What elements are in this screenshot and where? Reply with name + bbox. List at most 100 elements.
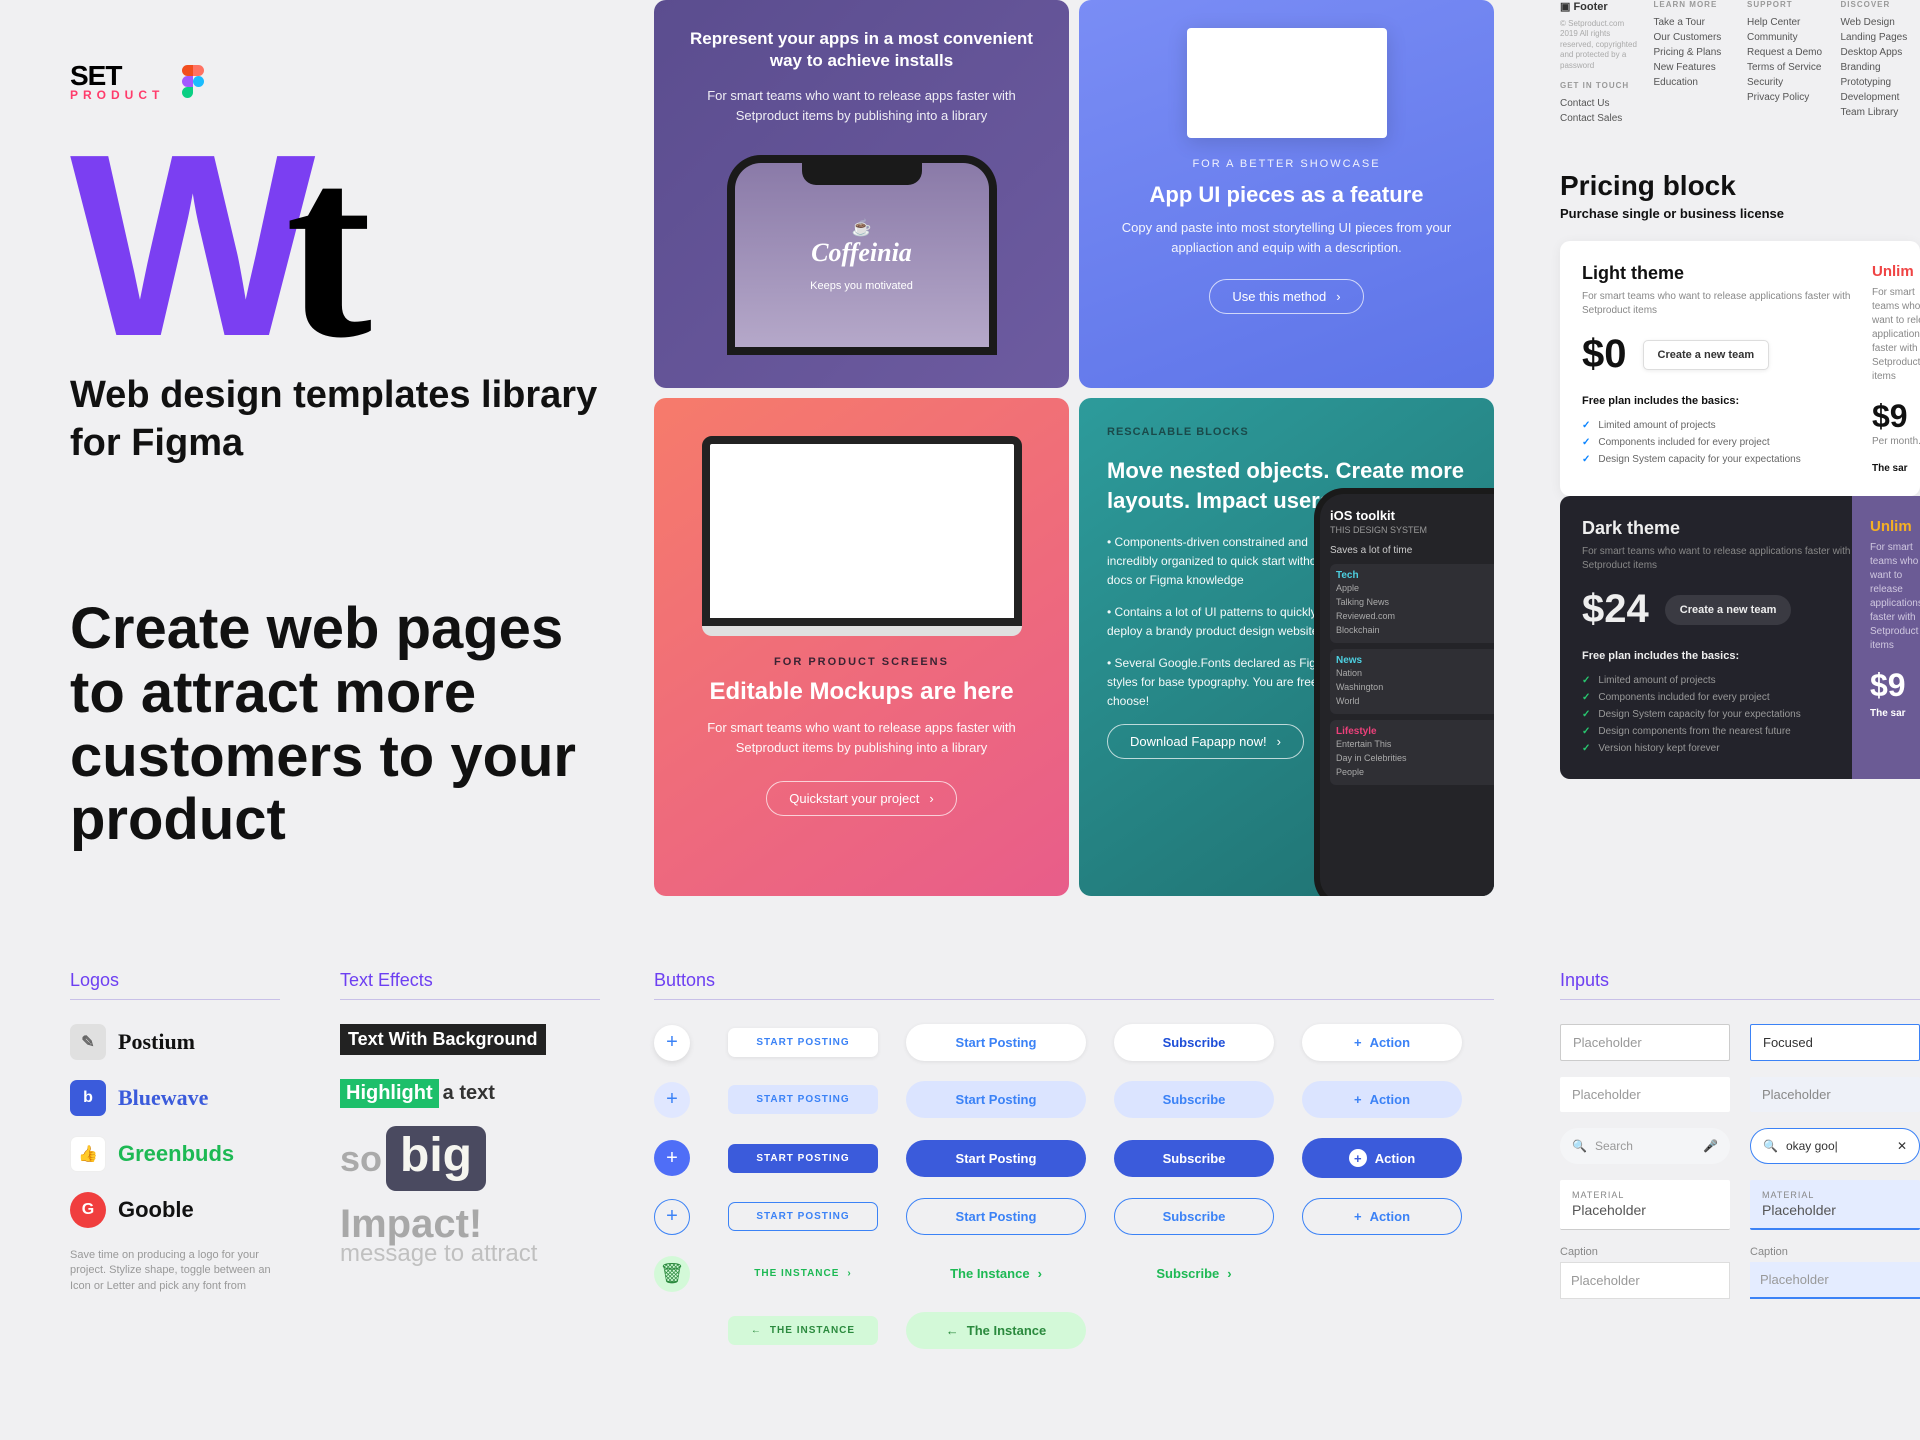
card2-eyebrow: FOR A BETTER SHOWCASE: [1107, 158, 1466, 170]
fab-plus[interactable]: +: [654, 1199, 690, 1235]
wt-logo: W t: [70, 142, 600, 352]
subscribe-button[interactable]: Subscribe: [1114, 1081, 1274, 1118]
create-team-button[interactable]: Create a new team: [1665, 595, 1792, 625]
captioned-input[interactable]: CaptionPlaceholder: [1750, 1246, 1920, 1299]
footer-link[interactable]: Terms of Service: [1747, 60, 1827, 75]
footer-link[interactable]: Prototyping: [1841, 75, 1920, 90]
download-button[interactable]: Download Fapapp now!›: [1107, 724, 1304, 759]
footer-link[interactable]: Contact Sales: [1560, 111, 1640, 126]
material-input[interactable]: MATERIALPlaceholder: [1560, 1180, 1730, 1230]
so-big-text: sobig: [340, 1126, 486, 1191]
start-posting-button[interactable]: START POSTING: [728, 1202, 878, 1231]
use-method-button[interactable]: Use this method›: [1209, 279, 1363, 314]
logo-icon: ✎: [70, 1024, 106, 1060]
instance-button[interactable]: ←THE INSTANCE: [728, 1316, 878, 1345]
footer-link[interactable]: Contact Us: [1560, 96, 1640, 111]
plan-feature: Components included for every project: [1582, 434, 1852, 451]
fab-trash[interactable]: 🗑: [654, 1256, 690, 1292]
ios-toolkit-phone: iOS toolkit THIS DESIGN SYSTEM Saves a l…: [1314, 488, 1494, 896]
footer-link[interactable]: Branding: [1841, 60, 1920, 75]
quickstart-button[interactable]: Quickstart your project›: [766, 781, 956, 816]
chevron-right-icon: ›: [847, 1268, 851, 1279]
brand-bottom: PRODUCT: [70, 88, 164, 102]
fab-plus[interactable]: +: [654, 1025, 690, 1061]
card-editable-mockups: FOR PRODUCT SCREENS Editable Mockups are…: [654, 398, 1069, 896]
plan-dark: Dark theme For smart teams who want to r…: [1560, 496, 1920, 779]
section-logos-label: Logos: [70, 970, 280, 991]
chevron-right-icon: ›: [929, 791, 933, 806]
fab-plus[interactable]: +: [654, 1140, 690, 1176]
footer-link[interactable]: Security: [1747, 75, 1827, 90]
footer-link[interactable]: Web Design: [1841, 15, 1920, 30]
action-button[interactable]: +Action: [1302, 1198, 1462, 1235]
footer-link[interactable]: Help Center: [1747, 15, 1827, 30]
start-posting-button[interactable]: Start Posting: [906, 1024, 1086, 1061]
footer-link[interactable]: Education: [1654, 75, 1734, 90]
logo-item: ✎ Postium: [70, 1024, 280, 1060]
footer-link[interactable]: Community: [1747, 30, 1827, 45]
arrow-left-icon: ←: [751, 1325, 762, 1336]
footer-link[interactable]: Pricing & Plans: [1654, 45, 1734, 60]
chevron-right-icon: ›: [1277, 734, 1281, 749]
instance-button[interactable]: The Instance›: [906, 1255, 1086, 1292]
logos-caption: Save time on producing a logo for your p…: [70, 1248, 280, 1294]
search-input[interactable]: 🔍okay goo|✕: [1750, 1128, 1920, 1164]
footer-link[interactable]: Our Customers: [1654, 30, 1734, 45]
text-input[interactable]: Placeholder: [1560, 1024, 1730, 1061]
action-button[interactable]: +Action: [1302, 1024, 1462, 1061]
start-posting-button[interactable]: START POSTING: [728, 1144, 878, 1173]
subscribe-button[interactable]: Subscribe: [1114, 1198, 1274, 1235]
search-input[interactable]: 🔍Search🎤: [1560, 1128, 1730, 1164]
start-posting-button[interactable]: Start Posting: [906, 1081, 1086, 1118]
action-button[interactable]: +Action: [1302, 1081, 1462, 1118]
footer-link[interactable]: Request a Demo: [1747, 45, 1827, 60]
create-team-button[interactable]: Create a new team: [1643, 340, 1770, 370]
card-rescalable-blocks: RESCALABLE BLOCKS Move nested objects. C…: [1079, 398, 1494, 896]
t-letter: t: [285, 144, 372, 352]
subscribe-button[interactable]: Subscribe: [1114, 1024, 1274, 1061]
footer-link[interactable]: Landing Pages: [1841, 30, 1920, 45]
card4-b2: • Contains a lot of UI patterns to quick…: [1107, 603, 1337, 640]
footer-link[interactable]: Development: [1841, 90, 1920, 105]
start-posting-button[interactable]: START POSTING: [728, 1085, 878, 1114]
card2-desc: Copy and paste into most storytelling UI…: [1107, 218, 1466, 257]
action-button[interactable]: +Action: [1302, 1138, 1462, 1178]
footer-link[interactable]: Privacy Policy: [1747, 90, 1827, 105]
card4-b1: • Components-driven constrained and incr…: [1107, 533, 1337, 589]
ios-title: iOS toolkit: [1330, 508, 1494, 523]
logo-text: Bluewave: [118, 1085, 208, 1111]
brand-row: SET PRODUCT: [70, 60, 600, 102]
text-input-filled[interactable]: Placeholder: [1750, 1077, 1920, 1112]
mic-icon[interactable]: 🎤: [1703, 1139, 1718, 1153]
material-input[interactable]: MATERIALPlaceholder: [1750, 1180, 1920, 1230]
captioned-input[interactable]: CaptionPlaceholder: [1560, 1246, 1730, 1299]
close-icon[interactable]: ✕: [1897, 1139, 1907, 1153]
text-with-background: Text With Background: [340, 1024, 546, 1055]
app-sub: Keeps you motivated: [810, 280, 913, 292]
card3-desc: For smart teams who want to release apps…: [682, 718, 1041, 757]
plan-feature: Design components from the nearest futur…: [1582, 723, 1852, 740]
fab-plus[interactable]: +: [654, 1082, 690, 1118]
footer-link[interactable]: Team Library: [1841, 105, 1920, 120]
start-posting-button[interactable]: START POSTING: [728, 1028, 878, 1057]
subscribe-button[interactable]: Subscribe›: [1114, 1255, 1274, 1292]
app-name: Coffeinia: [811, 238, 912, 268]
start-posting-button[interactable]: Start Posting: [906, 1140, 1086, 1177]
text-input[interactable]: Placeholder: [1560, 1077, 1730, 1112]
subscribe-button[interactable]: Subscribe: [1114, 1140, 1274, 1177]
card1-title: Represent your apps in a most convenient…: [682, 28, 1041, 72]
footer-link[interactable]: Desktop Apps: [1841, 45, 1920, 60]
headline: Create web pages to attract more custome…: [70, 597, 600, 852]
brand-setproduct: SET PRODUCT: [70, 60, 164, 102]
instance-button[interactable]: THE INSTANCE›: [728, 1259, 878, 1288]
chevron-right-icon: ›: [1336, 289, 1340, 304]
card2-title: App UI pieces as a feature: [1107, 182, 1466, 208]
pricing-block: Pricing block Purchase single or busines…: [1560, 170, 1920, 779]
instance-button[interactable]: ←The Instance: [906, 1312, 1086, 1349]
logo-item: b Bluewave: [70, 1080, 280, 1116]
footer-link[interactable]: New Features: [1654, 60, 1734, 75]
logo-item: G Gooble: [70, 1192, 280, 1228]
footer-link[interactable]: Take a Tour: [1654, 15, 1734, 30]
start-posting-button[interactable]: Start Posting: [906, 1198, 1086, 1235]
text-input-focused[interactable]: Focused: [1750, 1024, 1920, 1061]
